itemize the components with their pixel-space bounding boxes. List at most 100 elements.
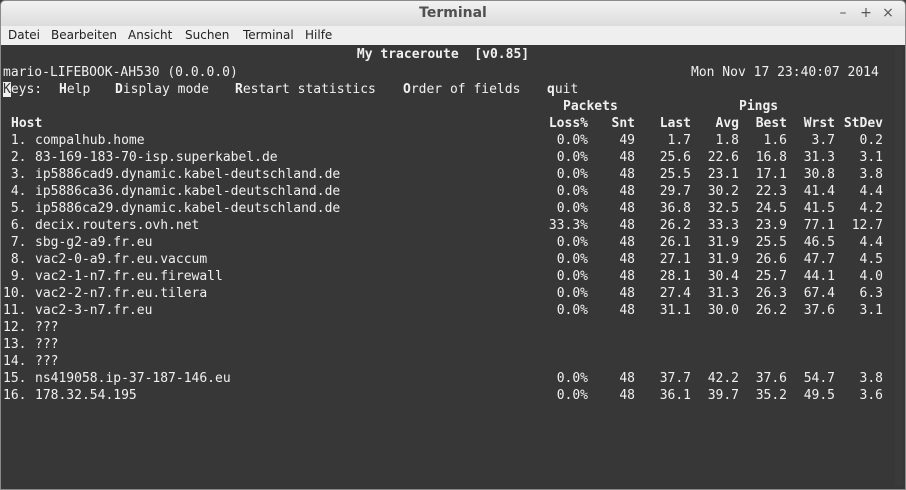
hop-best: 26.2 — [755, 303, 787, 318]
hop-last: 1.7 — [667, 133, 691, 148]
hop-number: 3. — [3, 167, 27, 182]
terminal-area[interactable]: My traceroute [v0.85] mario-LIFEBOOK-AH5… — [1, 45, 905, 489]
hop-loss: 0.0% — [556, 269, 588, 284]
key-help[interactable]: Help — [59, 81, 90, 98]
hop-host: ??? — [35, 354, 59, 369]
menu-bearbeiten[interactable]: Bearbeiten — [51, 28, 117, 42]
terminal-window: Terminal – + × Datei Bearbeiten Ansicht … — [0, 0, 906, 490]
key-restart-statistics[interactable]: Restart statistics — [235, 81, 376, 98]
col-avg: Avg — [715, 116, 739, 131]
hop-avg: 1.8 — [715, 133, 739, 148]
key-display-mode[interactable]: Display mode — [115, 81, 209, 98]
menu-hilfe[interactable]: Hilfe — [305, 28, 332, 42]
menu-terminal[interactable]: Terminal — [243, 28, 294, 42]
hop-avg: 30.4 — [707, 269, 739, 284]
hop-best: 1.6 — [763, 133, 787, 148]
hop-wrst: 3.7 — [811, 133, 835, 148]
hop-last: 25.5 — [659, 167, 691, 182]
hop-stdev: 4.4 — [859, 235, 883, 250]
hop-loss: 33.3% — [548, 218, 588, 233]
window-title: Terminal — [419, 5, 487, 21]
hop-wrst: 67.4 — [803, 286, 835, 301]
mtr-title: My traceroute [v0.85] — [356, 47, 530, 62]
col-last: Last — [659, 116, 691, 131]
hop-stdev: 4.5 — [859, 252, 883, 267]
hop-avg: 31.9 — [707, 235, 739, 250]
hop-host: decix.routers.ovh.net — [35, 218, 200, 233]
hop-snt: 48 — [619, 218, 635, 233]
hop-loss: 0.0% — [556, 371, 588, 386]
hop-avg: 31.9 — [707, 252, 739, 267]
hop-host: ns419058.ip-37-187-146.eu — [35, 371, 231, 386]
hop-loss: 0.0% — [556, 286, 588, 301]
hop-loss: 0.0% — [556, 201, 588, 216]
hop-last: 25.6 — [659, 150, 691, 165]
hop-last: 28.1 — [659, 269, 691, 284]
hop-stdev: 3.8 — [859, 167, 883, 182]
minimize-icon[interactable]: – — [834, 4, 852, 22]
hop-host: 178.32.54.195 — [35, 388, 137, 403]
hop-number: 13. — [3, 337, 27, 352]
hop-avg: 30.2 — [707, 184, 739, 199]
col-snt: Snt — [611, 116, 635, 131]
hop-stdev: 0.2 — [859, 133, 883, 148]
hop-host: vac2-1-n7.fr.eu.firewall — [35, 269, 223, 284]
hop-snt: 48 — [619, 235, 635, 250]
close-icon[interactable]: × — [879, 4, 897, 22]
hop-best: 24.5 — [755, 201, 787, 216]
hop-snt: 48 — [619, 201, 635, 216]
key-quit[interactable]: quit — [547, 81, 578, 98]
hop-host: ??? — [35, 337, 59, 352]
hop-wrst: 77.1 — [803, 218, 835, 233]
hop-host: ip5886ca29.dynamic.kabel-deutschland.de — [35, 201, 341, 216]
hop-number: 4. — [3, 184, 27, 199]
hop-avg: 23.1 — [707, 167, 739, 182]
hop-loss: 0.0% — [556, 303, 588, 318]
hop-avg: 31.3 — [707, 286, 739, 301]
hop-number: 7. — [3, 235, 27, 250]
hop-avg: 22.6 — [707, 150, 739, 165]
hop-stdev: 6.3 — [859, 286, 883, 301]
hop-host: sbg-g2-a9.fr.eu — [35, 235, 153, 250]
datetime: Mon Nov 17 23:40:07 2014 — [691, 65, 879, 80]
maximize-icon[interactable]: + — [857, 4, 875, 22]
menu-suchen[interactable]: Suchen — [185, 28, 229, 42]
col-stdev: StDev — [843, 116, 883, 131]
hop-wrst: 30.8 — [803, 167, 835, 182]
hop-number: 16. — [3, 388, 27, 403]
hop-wrst: 49.5 — [803, 388, 835, 403]
hop-snt: 49 — [619, 133, 635, 148]
hop-last: 26.2 — [659, 218, 691, 233]
hop-wrst: 37.6 — [803, 303, 835, 318]
hop-wrst: 47.7 — [803, 252, 835, 267]
hop-last: 27.4 — [659, 286, 691, 301]
hop-loss: 0.0% — [556, 150, 588, 165]
scrollbar[interactable] — [895, 47, 903, 485]
hop-snt: 48 — [619, 167, 635, 182]
menu-ansicht[interactable]: Ansicht — [128, 28, 172, 42]
packets-header: Packets — [563, 99, 618, 114]
hop-last: 37.7 — [659, 371, 691, 386]
col-host: Host — [11, 116, 43, 131]
hop-host: ip5886cad9.dynamic.kabel-deutschland.de — [35, 167, 341, 182]
hop-loss: 0.0% — [556, 133, 588, 148]
hop-wrst: 31.3 — [803, 150, 835, 165]
hop-best: 26.6 — [755, 252, 787, 267]
hop-number: 9. — [3, 269, 27, 284]
hop-snt: 48 — [619, 388, 635, 403]
hop-wrst: 41.5 — [803, 201, 835, 216]
hop-host: 83-169-183-70-isp.superkabel.de — [35, 150, 278, 165]
hop-best: 25.7 — [755, 269, 787, 284]
hop-snt: 48 — [619, 269, 635, 284]
hop-number: 8. — [3, 252, 27, 267]
hop-last: 26.1 — [659, 235, 691, 250]
menu-datei[interactable]: Datei — [8, 28, 40, 42]
hop-snt: 48 — [619, 303, 635, 318]
hop-stdev: 4.0 — [859, 269, 883, 284]
key-order-of-fields[interactable]: Order of fields — [403, 81, 520, 98]
title-bar[interactable]: Terminal – + × — [1, 1, 905, 27]
hop-number: 5. — [3, 201, 27, 216]
hop-avg: 42.2 — [707, 371, 739, 386]
hop-best: 17.1 — [755, 167, 787, 182]
hop-snt: 48 — [619, 252, 635, 267]
